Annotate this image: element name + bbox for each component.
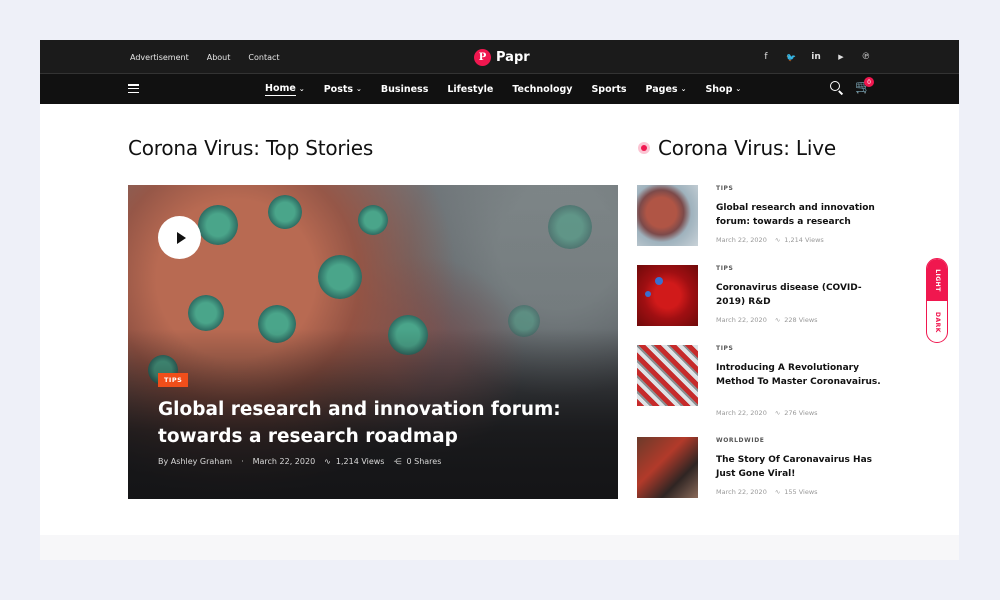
- share-count: 0 Shares: [406, 457, 442, 466]
- activity-icon: ∿: [774, 488, 781, 496]
- live-indicator-icon: [638, 142, 650, 154]
- nav-item-business[interactable]: Business: [381, 84, 428, 95]
- card-title[interactable]: The Story Of Caronavairus Has Just Gone …: [716, 454, 881, 481]
- dark-mode-button[interactable]: DARK: [927, 301, 947, 342]
- linkedin-icon[interactable]: in: [811, 52, 821, 62]
- featured-meta: By Ashley Graham · March 22, 2020 ∿ 1,21…: [158, 457, 442, 466]
- logo-mark-icon: P: [474, 48, 491, 66]
- author-link[interactable]: By Ashley Graham: [158, 457, 232, 466]
- share-icon: ⋲: [393, 457, 402, 466]
- footer-strip: [40, 535, 959, 560]
- card-thumbnail[interactable]: [637, 185, 698, 246]
- nav-item-shop[interactable]: Shop ⌄: [705, 84, 741, 95]
- card-category[interactable]: TIPS: [716, 345, 733, 352]
- play-button[interactable]: [158, 216, 201, 259]
- hamburger-menu-icon[interactable]: [128, 84, 139, 94]
- main-nav: Home ⌄ Posts ⌄ Business Lifestyle Technolo…: [40, 74, 959, 104]
- nav-item-home[interactable]: Home ⌄: [265, 83, 305, 96]
- category-tag[interactable]: TIPS: [158, 373, 189, 387]
- nav-item-technology[interactable]: Technology: [512, 84, 572, 95]
- chevron-down-icon: ⌄: [356, 85, 362, 93]
- card-meta: March 22, 2020 ∿ 155 Views: [716, 488, 818, 496]
- activity-icon: ∿: [774, 236, 781, 244]
- live-title: Corona Virus: Live: [638, 136, 836, 160]
- site-logo[interactable]: P Papr: [474, 47, 530, 67]
- card-meta: March 22, 2020 ∿ 276 Views: [716, 409, 818, 417]
- facebook-icon[interactable]: f: [761, 52, 771, 62]
- activity-icon: ∿: [774, 409, 781, 417]
- nav-icons: 🛒 0: [830, 77, 874, 95]
- card-category[interactable]: TIPS: [716, 265, 733, 272]
- view-count: 1,214 Views: [335, 457, 385, 466]
- nav-item-lifestyle[interactable]: Lifestyle: [447, 84, 493, 95]
- card-meta: March 22, 2020 ∿ 228 Views: [716, 316, 818, 324]
- card-meta: March 22, 2020 ∿ 1,214 Views: [716, 236, 824, 244]
- pinterest-icon[interactable]: ℗: [861, 52, 871, 62]
- card-thumbnail[interactable]: [637, 345, 698, 406]
- card-title[interactable]: Introducing A Revolutionary Method To Ma…: [716, 362, 881, 389]
- post-date: March 22, 2020: [252, 457, 316, 466]
- nav-items: Home ⌄ Posts ⌄ Business Lifestyle Technolo…: [265, 74, 760, 104]
- card-category[interactable]: TIPS: [716, 185, 733, 192]
- card-thumbnail[interactable]: [637, 265, 698, 326]
- logo-name: Papr: [496, 49, 530, 65]
- nav-item-posts[interactable]: Posts ⌄: [324, 84, 362, 95]
- play-icon: [176, 231, 186, 244]
- chevron-down-icon: ⌄: [735, 85, 742, 93]
- card-thumbnail[interactable]: [637, 437, 698, 498]
- chevron-down-icon: ⌄: [298, 85, 305, 93]
- theme-toggle[interactable]: LIGHT DARK: [926, 258, 948, 343]
- cart-count-badge: 0: [864, 77, 874, 87]
- twitter-icon[interactable]: 🐦: [786, 53, 796, 62]
- featured-article[interactable]: TIPS Global research and innovation foru…: [128, 185, 618, 499]
- featured-headline[interactable]: Global research and innovation forum: to…: [158, 396, 578, 450]
- top-stories-title: Corona Virus: Top Stories: [128, 136, 374, 160]
- search-icon[interactable]: [830, 81, 844, 95]
- page-frame: Advertisement About Contact P Papr f 🐦 i…: [40, 40, 959, 560]
- youtube-icon[interactable]: ▶: [836, 53, 846, 61]
- top-links: Advertisement About Contact: [130, 40, 298, 74]
- light-mode-button[interactable]: LIGHT: [927, 259, 947, 301]
- nav-item-pages[interactable]: Pages ⌄: [646, 84, 687, 95]
- cart-icon[interactable]: 🛒 0: [855, 77, 874, 95]
- top-bar: Advertisement About Contact P Papr f 🐦 i…: [40, 40, 959, 74]
- activity-icon: ∿: [324, 457, 331, 466]
- contact-link[interactable]: Contact: [248, 53, 279, 62]
- card-category[interactable]: WORLDWIDE: [716, 437, 764, 444]
- chevron-down-icon: ⌄: [680, 85, 687, 93]
- social-links: f 🐦 in ▶ ℗: [761, 40, 871, 74]
- nav-item-sports[interactable]: Sports: [591, 84, 626, 95]
- about-link[interactable]: About: [207, 53, 231, 62]
- advertisement-link[interactable]: Advertisement: [130, 53, 189, 62]
- card-title[interactable]: Coronavirus disease (COVID-2019) R&D: [716, 282, 881, 309]
- activity-icon: ∿: [774, 316, 781, 324]
- card-title[interactable]: Global research and innovation forum: to…: [716, 202, 881, 229]
